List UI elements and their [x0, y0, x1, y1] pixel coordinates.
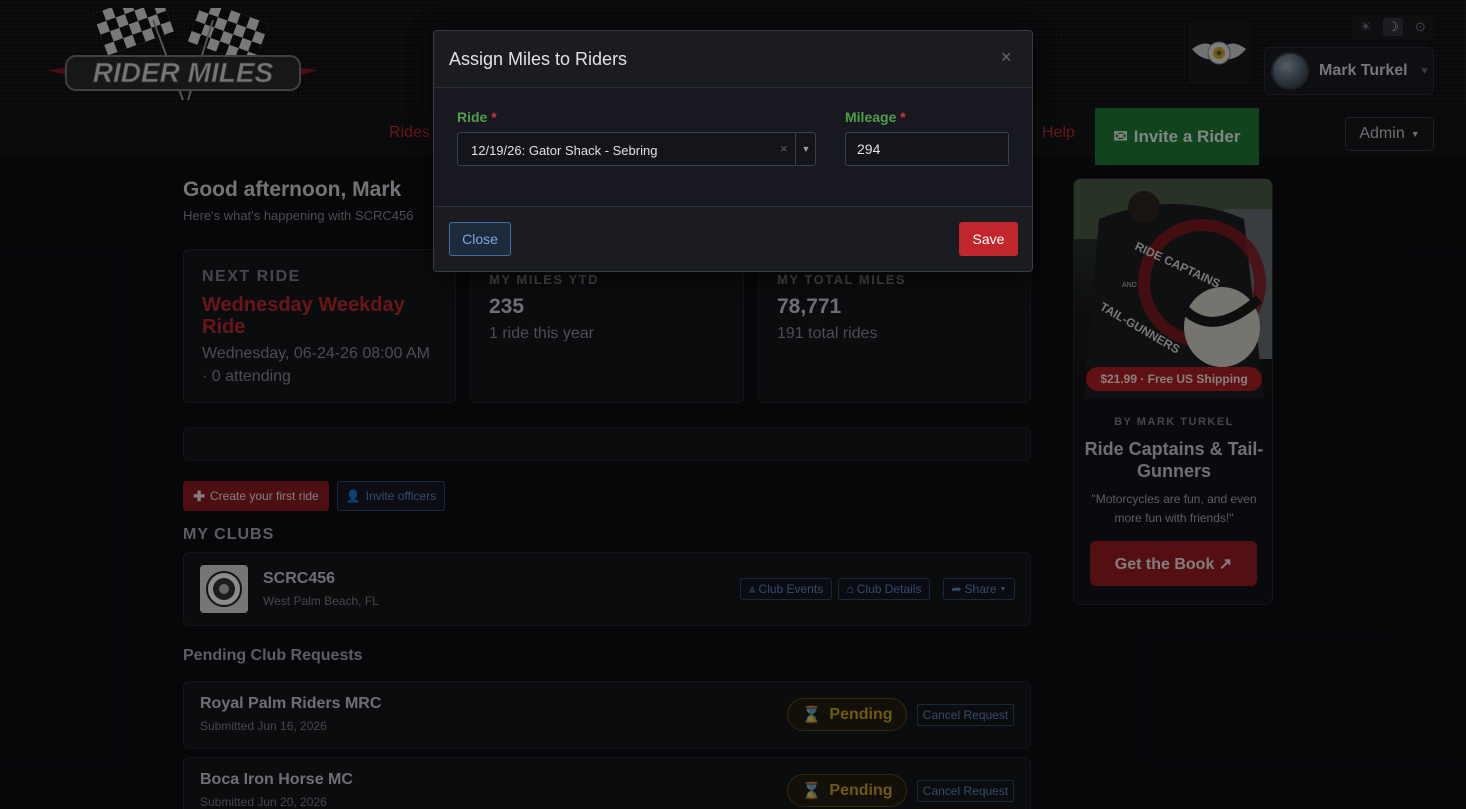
- select-divider: [795, 133, 796, 165]
- ride-field-label: Ride *: [457, 109, 497, 125]
- chevron-down-icon[interactable]: ▼: [799, 144, 813, 154]
- modal-body: Ride * 12/19/26: Gator Shack - Sebring ×…: [434, 88, 1032, 207]
- assign-miles-modal: Assign Miles to Riders × Ride * 12/19/26…: [433, 30, 1033, 272]
- close-button[interactable]: Close: [449, 222, 511, 256]
- required-mark: *: [491, 109, 497, 125]
- ride-select-value: 12/19/26: Gator Shack - Sebring: [471, 143, 658, 158]
- mileage-input[interactable]: [845, 132, 1009, 166]
- save-button[interactable]: Save: [959, 222, 1018, 256]
- modal-header: Assign Miles to Riders ×: [434, 31, 1032, 88]
- required-mark: *: [900, 109, 906, 125]
- close-icon[interactable]: ×: [1001, 47, 1012, 68]
- ride-select[interactable]: 12/19/26: Gator Shack - Sebring × ▼: [457, 132, 816, 166]
- mileage-field-label: Mileage *: [845, 109, 906, 125]
- mileage-label-text: Mileage: [845, 109, 897, 125]
- clear-icon[interactable]: ×: [780, 141, 788, 156]
- modal-title: Assign Miles to Riders: [449, 49, 628, 69]
- ride-label-text: Ride: [457, 109, 488, 125]
